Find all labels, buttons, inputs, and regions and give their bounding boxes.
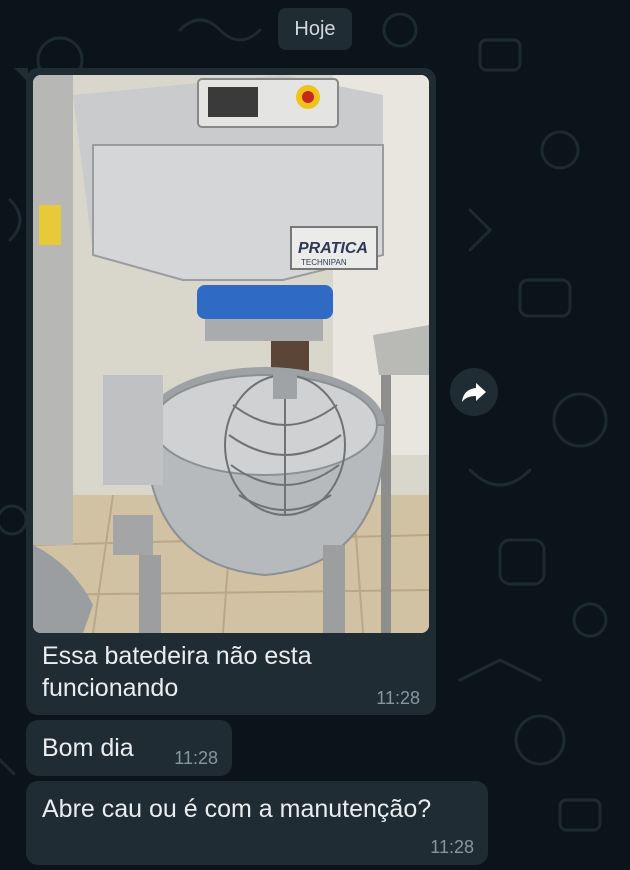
forward-button[interactable]	[450, 368, 498, 416]
message-photo[interactable]: PRATICA TECHNIPAN	[33, 75, 429, 633]
message-text: Bom dia	[42, 734, 134, 762]
forward-arrow-icon	[462, 383, 486, 402]
bubble-tail	[14, 68, 28, 82]
mixer-photo: PRATICA TECHNIPAN	[33, 75, 429, 633]
brand-text: PRATICA	[298, 240, 368, 257]
message-time: 11:28	[376, 688, 420, 708]
text-message-bubble[interactable]: Abre cau ou é com a manutenção? 11:28	[26, 781, 488, 865]
message-time: 11:28	[430, 837, 474, 857]
message-text: Abre cau ou é com a manutenção?	[42, 795, 432, 823]
message-caption: Essa batedeira não esta funcionando	[42, 642, 312, 702]
date-divider: Hoje	[278, 8, 352, 50]
image-message-bubble[interactable]: PRATICA TECHNIPAN Essa batedeira não est…	[14, 68, 436, 715]
brand-subtext: TECHNIPAN	[301, 258, 347, 267]
text-message-bubble[interactable]: Bom dia 11:28	[26, 720, 232, 776]
message-time: 11:28	[174, 748, 218, 768]
